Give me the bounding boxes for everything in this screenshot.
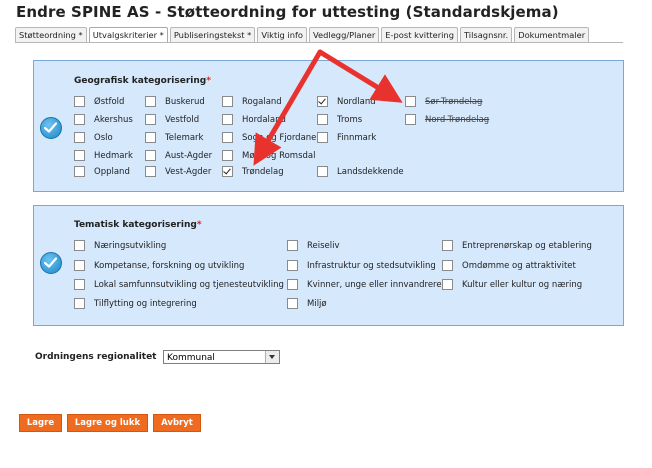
checkbox-sor-trondelag[interactable]: Sør-Trøndelag [405, 96, 482, 107]
tab-dokumentmaler[interactable]: Dokumentmaler [514, 27, 590, 42]
checkbox-tilflytting[interactable]: Tilflytting og integrering [74, 298, 197, 309]
tab-epost-kvittering[interactable]: E-post kvittering [381, 27, 458, 42]
tab-tilsagnsnr[interactable]: Tilsagnsnr. [459, 27, 513, 42]
page-title: Endre SPINE AS - Støtteordning for uttes… [16, 3, 559, 21]
checkbox-omdomme[interactable]: Omdømme og attraktivitet [442, 260, 576, 271]
tab-bar: Støtteordning * Utvalgskriterier * Publi… [15, 27, 591, 43]
checkbox-oppland[interactable]: Oppland [74, 166, 130, 177]
checkbox-box[interactable] [74, 114, 85, 125]
checkbox-box[interactable] [74, 166, 85, 177]
checkbox-kompetanse[interactable]: Kompetanse, forskning og utvikling [74, 260, 244, 271]
checkbox-box[interactable] [74, 260, 85, 271]
checkbox-box[interactable] [317, 96, 328, 107]
check-circle-icon [40, 117, 62, 139]
regional-label: Ordningens regionalitet [35, 352, 157, 362]
checkbox-naeringsutvikling[interactable]: Næringsutvikling [74, 240, 166, 251]
checkbox-akershus[interactable]: Akershus [74, 114, 133, 125]
checkbox-oslo[interactable]: Oslo [74, 132, 113, 143]
checkbox-hordaland[interactable]: Hordaland [222, 114, 286, 125]
checkbox-box[interactable] [442, 240, 453, 251]
checkbox-box[interactable] [74, 132, 85, 143]
checkbox-box[interactable] [145, 166, 156, 177]
checkbox-box[interactable] [222, 114, 233, 125]
regional-select[interactable]: Kommunal [163, 350, 280, 364]
save-button[interactable]: Lagre [19, 414, 62, 432]
required-mark: * [196, 220, 202, 230]
checkbox-box[interactable] [222, 132, 233, 143]
save-close-button[interactable]: Lagre og lukk [67, 414, 148, 432]
checkbox-telemark[interactable]: Telemark [145, 132, 203, 143]
checkbox-more-og-romsdal[interactable]: Møre og Romsdal [222, 150, 315, 161]
checkbox-box[interactable] [317, 166, 328, 177]
checkbox-hedmark[interactable]: Hedmark [74, 150, 133, 161]
checkbox-box[interactable] [287, 298, 298, 309]
checkbox-sogn-og-fjordane[interactable]: Sogn og Fjordane [222, 132, 316, 143]
checkbox-box[interactable] [145, 96, 156, 107]
geo-title: Geografisk kategorisering* [74, 76, 211, 86]
checkbox-kvinner-unge[interactable]: Kvinner, unge eller innvandrere [287, 279, 442, 290]
checkbox-box[interactable] [287, 240, 298, 251]
checkbox-troms[interactable]: Troms [317, 114, 362, 125]
checkbox-box[interactable] [74, 240, 85, 251]
required-mark: * [206, 76, 211, 86]
checkbox-box[interactable] [405, 96, 416, 107]
checkbox-aust-agder[interactable]: Aust-Agder [145, 150, 212, 161]
checkbox-nordland[interactable]: Nordland [317, 96, 376, 107]
checkbox-box[interactable] [317, 114, 328, 125]
checkbox-box[interactable] [145, 132, 156, 143]
checkbox-box[interactable] [405, 114, 416, 125]
checkbox-box[interactable] [74, 150, 85, 161]
theme-title: Tematisk kategorisering* [74, 220, 202, 230]
checkbox-ostfold[interactable]: Østfold [74, 96, 124, 107]
checkbox-box[interactable] [145, 150, 156, 161]
tab-stotteordning[interactable]: Støtteordning * [15, 27, 87, 42]
checkbox-entreprenorskap[interactable]: Entreprenørskap og etablering [442, 240, 592, 251]
checkbox-box[interactable] [222, 150, 233, 161]
checkbox-finnmark[interactable]: Finnmark [317, 132, 376, 143]
checkbox-vest-agder[interactable]: Vest-Agder [145, 166, 211, 177]
check-circle-icon [40, 252, 62, 274]
checkbox-box[interactable] [74, 298, 85, 309]
checkbox-box[interactable] [442, 279, 453, 290]
checkbox-nord-trondelag[interactable]: Nord-Trøndelag [405, 114, 489, 125]
tab-publiseringstekst[interactable]: Publiseringstekst * [169, 27, 256, 42]
checkbox-box[interactable] [74, 96, 85, 107]
checkbox-rogaland[interactable]: Rogaland [222, 96, 282, 107]
checkbox-box[interactable] [287, 260, 298, 271]
checkbox-reiseliv[interactable]: Reiseliv [287, 240, 340, 251]
checkbox-vestfold[interactable]: Vestfold [145, 114, 199, 125]
cancel-button[interactable]: Avbryt [153, 414, 201, 432]
checkbox-lokal-samfunnsutvikling[interactable]: Lokal samfunnsutvikling og tjenesteutvik… [74, 279, 284, 290]
checkbox-buskerud[interactable]: Buskerud [145, 96, 205, 107]
tab-utvalgskriterier[interactable]: Utvalgskriterier * [88, 27, 168, 43]
tab-viktig-info[interactable]: Viktig info [257, 27, 307, 42]
tab-divider [15, 42, 623, 43]
checkbox-box[interactable] [145, 114, 156, 125]
checkbox-kultur[interactable]: Kultur eller kultur og næring [442, 279, 582, 290]
checkbox-box[interactable] [222, 166, 233, 177]
checkbox-trondelag[interactable]: Trøndelag [222, 166, 284, 177]
checkbox-box[interactable] [442, 260, 453, 271]
checkbox-box[interactable] [317, 132, 328, 143]
checkbox-landsdekkende[interactable]: Landsdekkende [317, 166, 404, 177]
chevron-down-icon[interactable] [265, 351, 279, 363]
checkbox-miljo[interactable]: Miljø [287, 298, 327, 309]
checkbox-box[interactable] [74, 279, 85, 290]
tab-vedlegg-planer[interactable]: Vedlegg/Planer [308, 27, 380, 42]
regional-select-value: Kommunal [167, 353, 215, 363]
checkbox-box[interactable] [222, 96, 233, 107]
checkbox-box[interactable] [287, 279, 298, 290]
checkbox-infrastruktur[interactable]: Infrastruktur og stedsutvikling [287, 260, 436, 271]
